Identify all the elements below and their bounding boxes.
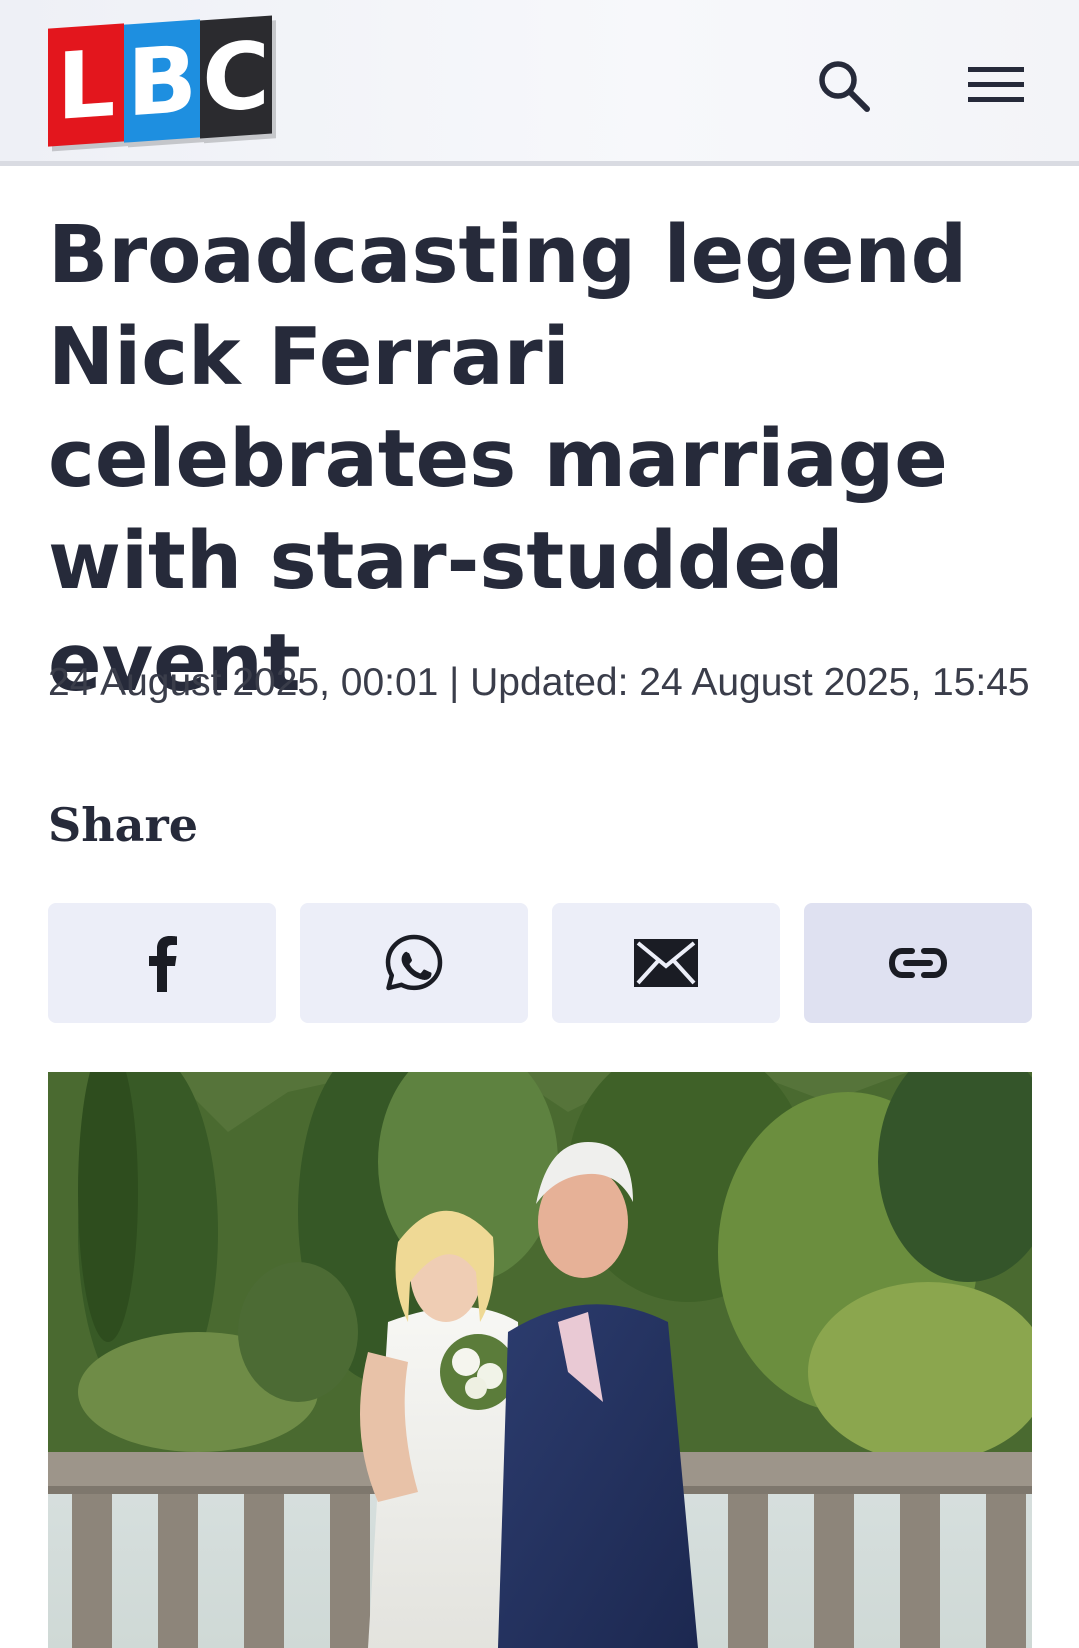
logo-letter-c: C bbox=[200, 15, 272, 139]
share-whatsapp-button[interactable] bbox=[300, 903, 528, 1023]
hamburger-menu-icon bbox=[968, 67, 1024, 102]
copy-link-icon bbox=[888, 948, 948, 978]
menu-button[interactable] bbox=[956, 50, 1036, 120]
logo-letter-l: L bbox=[48, 23, 124, 147]
article-dateline: 24 August 2025, 00:01 | Updated: 24 Augu… bbox=[48, 661, 1030, 704]
share-label: Share bbox=[48, 798, 198, 852]
search-button[interactable] bbox=[804, 46, 884, 126]
whatsapp-icon bbox=[385, 934, 443, 991]
share-facebook-button[interactable] bbox=[48, 903, 276, 1023]
wedding-photo bbox=[48, 1072, 1032, 1648]
logo-letter-b: B bbox=[124, 19, 200, 143]
article-headline: Broadcasting legend Nick Ferrari celebra… bbox=[48, 209, 968, 709]
share-buttons bbox=[48, 903, 1032, 1023]
article-hero-image bbox=[48, 1072, 1032, 1648]
lbc-logo[interactable]: L B C bbox=[48, 15, 272, 147]
email-icon bbox=[634, 939, 698, 987]
site-header: L B C bbox=[0, 0, 1079, 166]
search-icon bbox=[819, 61, 870, 112]
share-email-button[interactable] bbox=[552, 903, 780, 1023]
facebook-icon bbox=[149, 936, 177, 992]
article-page: L B C Broadcasting legend Nick Ferrari c… bbox=[0, 0, 1079, 1648]
share-copy-link-button[interactable] bbox=[804, 903, 1032, 1023]
